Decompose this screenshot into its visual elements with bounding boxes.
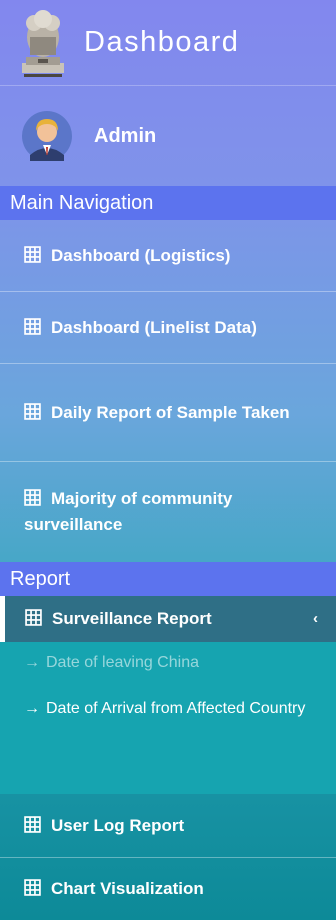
grid-icon <box>24 879 41 896</box>
nav-item-label: User Log Report <box>51 815 185 835</box>
nav-item-surveillance-report[interactable]: Surveillance Report ‹ <box>0 596 336 642</box>
chevron-left-icon[interactable]: ‹ <box>313 606 318 632</box>
arrow-right-icon: → <box>24 654 40 671</box>
nav-item-dashboard-logistics[interactable]: Dashboard (Logistics) <box>0 220 336 292</box>
nav-item-label: Dashboard (Linelist Data) <box>51 317 257 337</box>
nav-item-daily-report-sample-taken[interactable]: Daily Report of Sample Taken <box>0 364 336 462</box>
avatar <box>22 111 72 161</box>
submenu-item-date-leaving-china[interactable]: → Date of leaving China <box>0 650 336 676</box>
brand-header[interactable]: Dashboard <box>0 0 336 86</box>
grid-icon <box>25 609 42 626</box>
grid-icon <box>24 815 41 833</box>
submenu-item-label: Date of leaving China <box>46 654 199 671</box>
grid-icon <box>24 317 41 335</box>
grid-icon <box>24 402 41 420</box>
nav-item-label: Surveillance Report <box>52 609 212 628</box>
app-title: Dashboard <box>84 26 240 58</box>
submenu-item-label: Date of Arrival from Affected Country <box>46 700 306 717</box>
nav-item-chart-visualization[interactable]: Chart Visualization <box>0 858 336 920</box>
nav-item-dashboard-linelist[interactable]: Dashboard (Linelist Data) <box>0 292 336 364</box>
grid-icon <box>24 489 41 506</box>
user-panel[interactable]: Admin <box>0 86 336 186</box>
sidebar: Dashboard Admin Main Navigation Dashboar… <box>0 0 336 920</box>
grid-icon <box>24 245 41 263</box>
user-name: Admin <box>94 124 157 147</box>
submenu-surveillance-report: → Date of leaving China → Date of Arrival … <box>0 642 336 794</box>
submenu-item-date-arrival-affected-country[interactable]: → Date of Arrival from Affected Country <box>0 696 336 722</box>
nav-item-label: Chart Visualization <box>51 879 204 898</box>
nav-item-label: Daily Report of Sample Taken <box>51 402 290 422</box>
arrow-right-icon: → <box>24 700 40 717</box>
nav-item-user-log-report[interactable]: User Log Report <box>0 794 336 858</box>
section-header-main-navigation: Main Navigation <box>0 186 336 220</box>
section-header-report: Report <box>0 562 336 596</box>
nav-item-label: Dashboard (Logistics) <box>51 245 231 265</box>
national-emblem-logo <box>22 9 64 77</box>
nav-item-label: Majority of community surveillance <box>24 489 233 534</box>
section-header-label: Report <box>10 567 71 590</box>
section-header-label: Main Navigation <box>10 191 154 214</box>
nav-item-majority-community-surveillance[interactable]: Majority of community surveillance <box>0 462 336 562</box>
